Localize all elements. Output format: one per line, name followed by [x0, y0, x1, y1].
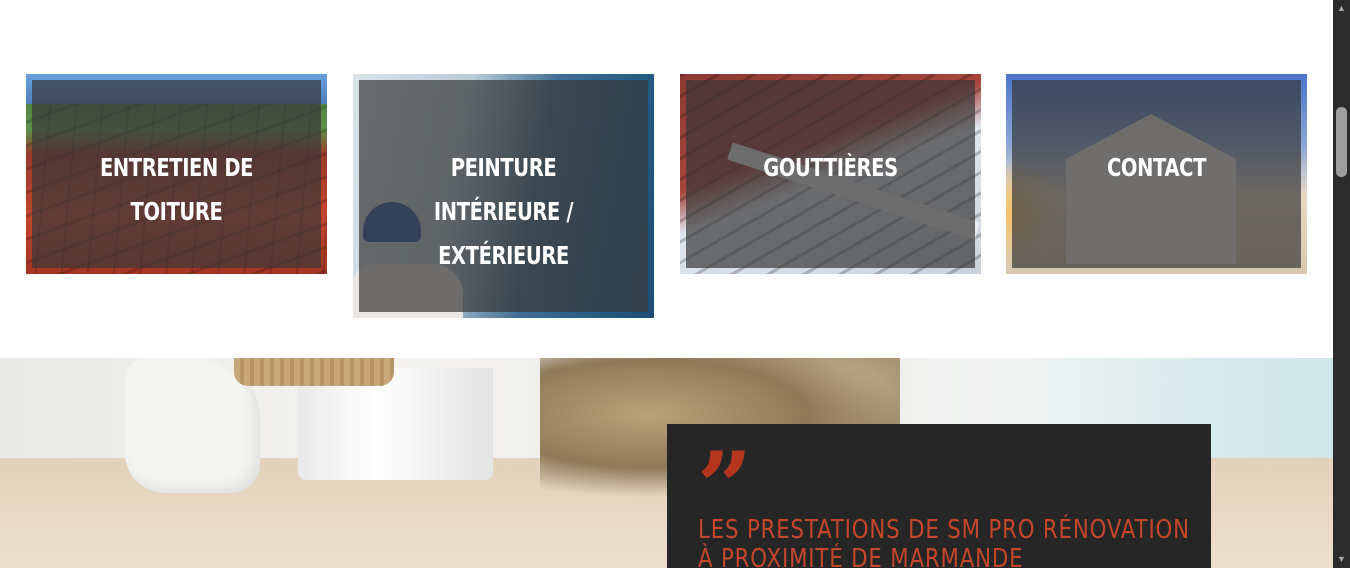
page-scrollbar[interactable]: ▲ ▼ [1333, 0, 1350, 568]
service-card-roof-maintenance[interactable]: ENTRETIEN DE TOITURE [26, 74, 327, 274]
service-title-contact: CONTACT [1107, 153, 1206, 182]
service-title-gutters: GOUTTIÈRES [763, 153, 898, 182]
services-heading: LES PRESTATIONS DE SM PRO RÉNOVATION À P… [698, 515, 1190, 568]
service-card-label: GOUTTIÈRES [718, 146, 943, 190]
service-card-label: PEINTURE INTÉRIEURE / EXTÉRIEURE [391, 146, 616, 278]
service-card-gutters[interactable]: GOUTTIÈRES [680, 74, 981, 274]
scroll-down-icon[interactable]: ▼ [1333, 551, 1350, 568]
paint-roller-image [234, 358, 394, 386]
services-heading-line2: À PROXIMITÉ DE MARMANDE [698, 544, 1024, 568]
services-quote-box: ” LES PRESTATIONS DE SM PRO RÉNOVATION À… [667, 424, 1211, 568]
service-title-painting-line2: EXTÉRIEURE [438, 241, 569, 270]
service-card-painting[interactable]: PEINTURE INTÉRIEURE / EXTÉRIEURE [353, 74, 654, 318]
service-card-label: ENTRETIEN DE TOITURE [64, 146, 289, 234]
services-hero: ” LES PRESTATIONS DE SM PRO RÉNOVATION À… [0, 358, 1333, 568]
service-title-painting-line1: PEINTURE INTÉRIEURE / [433, 153, 574, 226]
scroll-up-icon[interactable]: ▲ [1333, 0, 1350, 17]
scrollbar-thumb[interactable] [1336, 107, 1347, 177]
service-card-contact[interactable]: CONTACT [1006, 74, 1307, 274]
services-heading-line1: LES PRESTATIONS DE SM PRO RÉNOVATION [698, 515, 1190, 545]
service-card-label: CONTACT [1044, 146, 1269, 190]
service-title-roof: ENTRETIEN DE TOITURE [99, 153, 254, 226]
